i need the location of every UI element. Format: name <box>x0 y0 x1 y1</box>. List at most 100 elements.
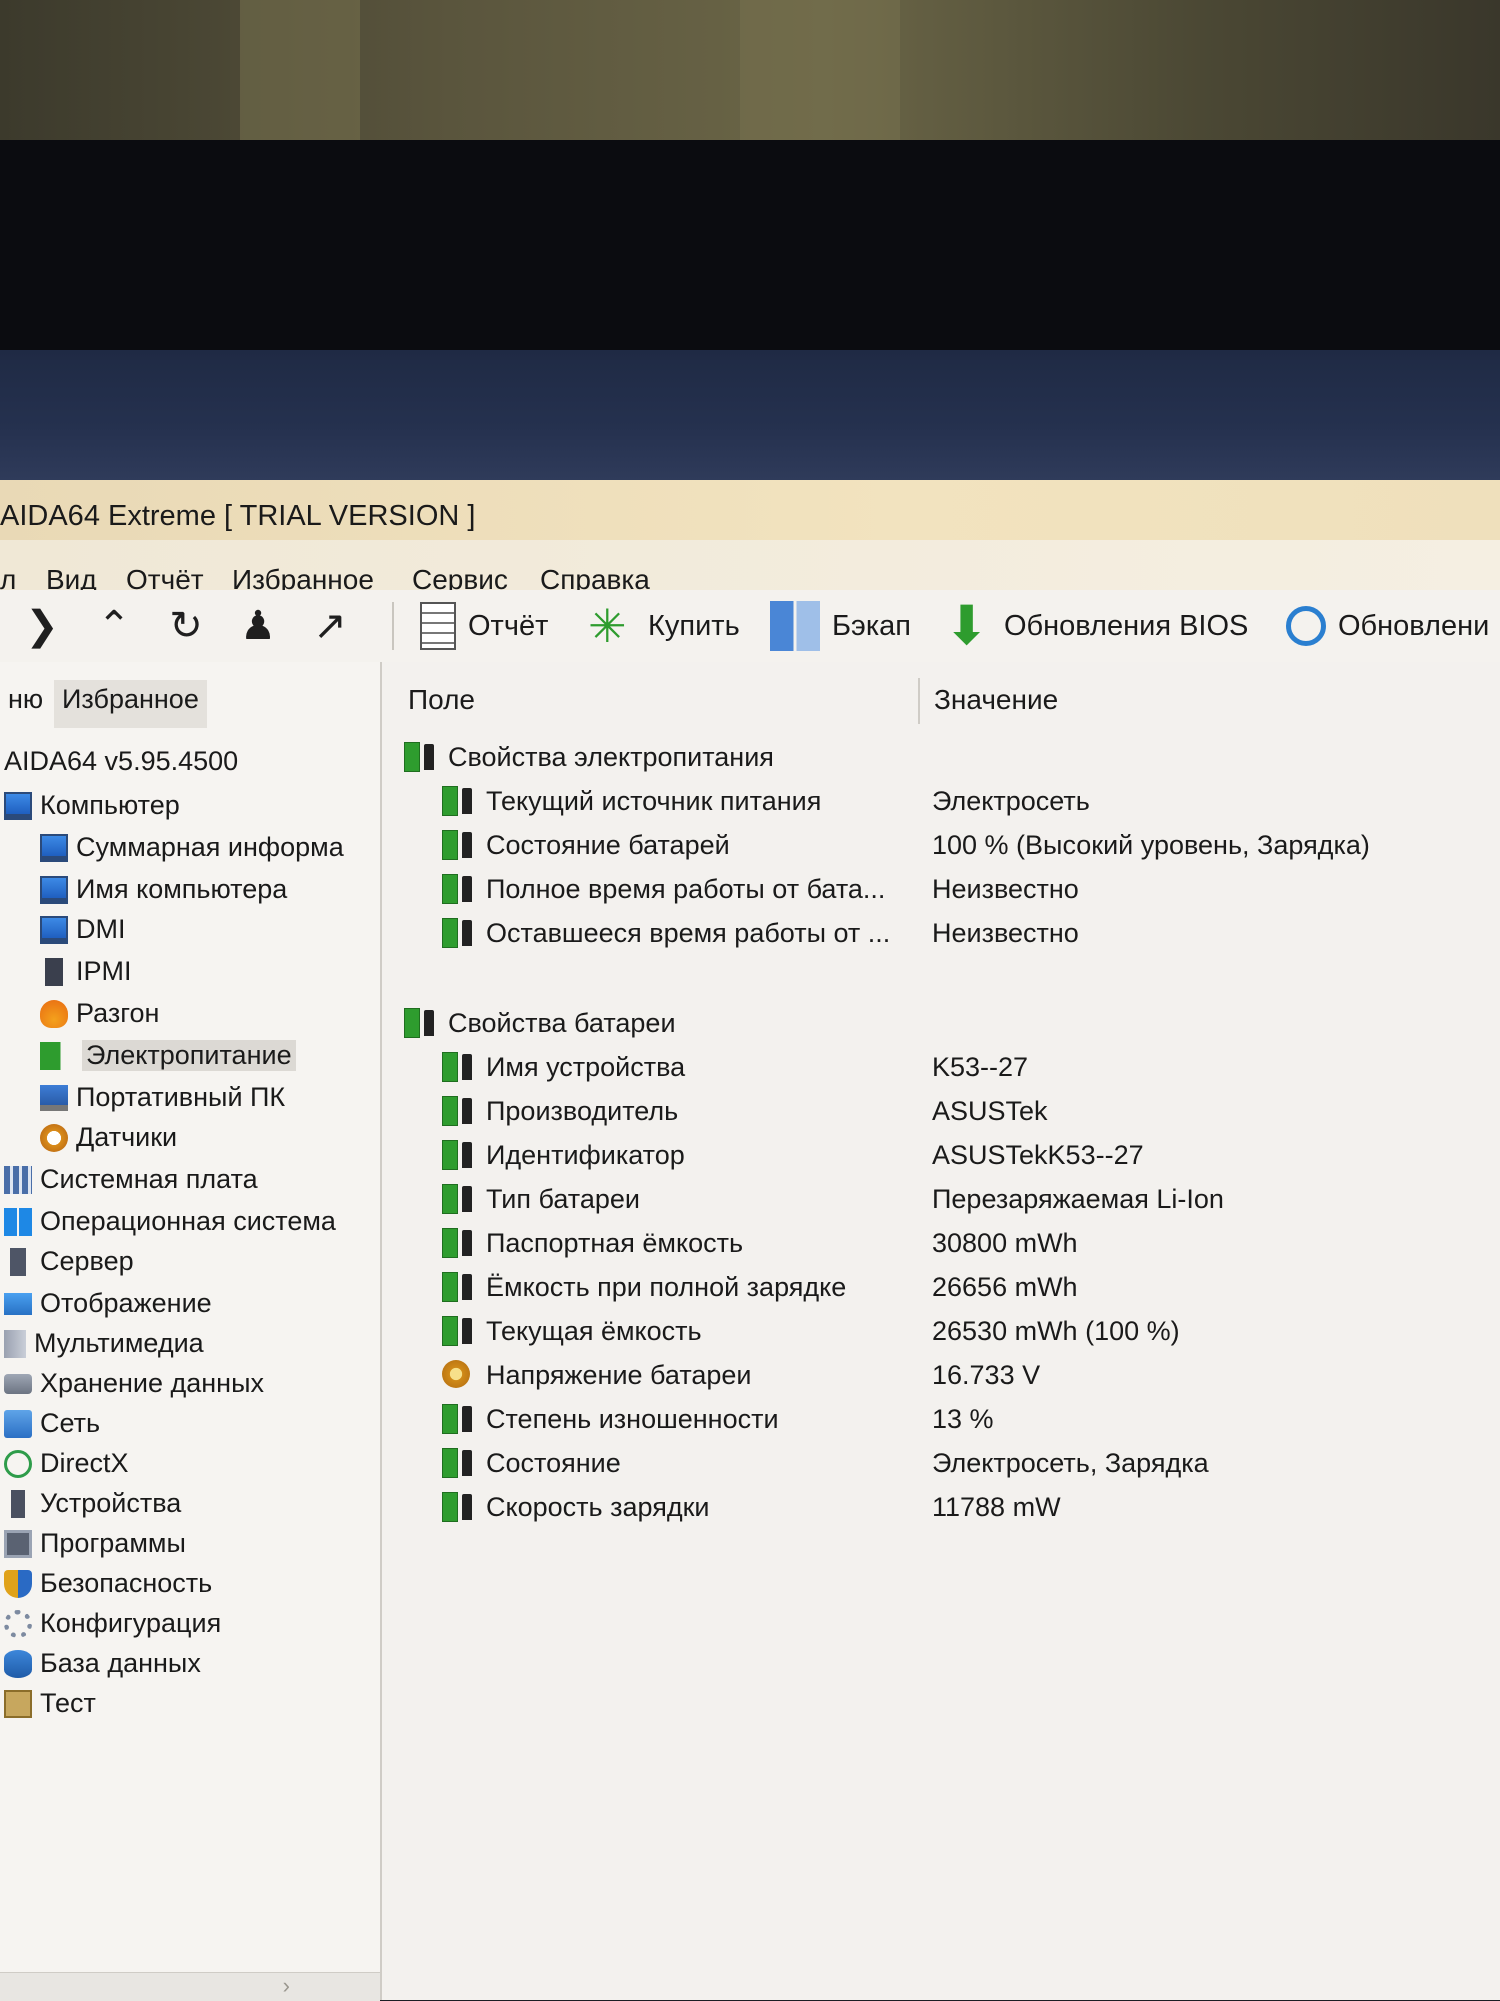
tree-item-label: Датчики <box>76 1122 178 1152</box>
tree-item[interactable]: Отображение <box>4 1288 212 1319</box>
usb-icon <box>11 1489 25 1518</box>
property-row[interactable]: Текущая ёмкость <box>442 1316 702 1347</box>
column-divider[interactable] <box>918 678 920 724</box>
tree-item[interactable]: Конфигурация <box>4 1608 221 1639</box>
tree-item[interactable]: IPMI <box>40 956 132 987</box>
db-icon <box>4 1649 32 1678</box>
tree-item[interactable]: Портативный ПК <box>40 1082 285 1113</box>
tree-item[interactable]: База данных <box>4 1648 201 1679</box>
bios-update-icon: ⬇ <box>944 596 990 656</box>
tree-item[interactable]: Мультимедиа <box>4 1328 204 1359</box>
tree-item[interactable]: Тест <box>4 1688 96 1719</box>
property-field: Идентификатор <box>486 1140 685 1170</box>
tree-item[interactable]: DirectX <box>4 1448 129 1479</box>
tree-item[interactable]: DMI <box>40 914 126 945</box>
tree-item-label: Компьютер <box>40 790 180 820</box>
property-value: ASUSTekK53--27 <box>932 1140 1144 1170</box>
battery-icon <box>404 742 442 772</box>
property-row[interactable]: Напряжение батареи <box>442 1360 752 1391</box>
group-header[interactable]: Свойства батареи <box>404 1008 676 1039</box>
property-value: 30800 mWh <box>932 1228 1078 1258</box>
tree-item-label: IPMI <box>76 956 132 986</box>
tree-item-label: Сеть <box>40 1408 101 1438</box>
tree-item-label: Разгон <box>76 998 160 1028</box>
property-row[interactable]: Ёмкость при полной зарядке <box>442 1272 846 1303</box>
driver-update-button-label: Обновлени <box>1338 609 1490 642</box>
monitor-icon <box>40 833 68 862</box>
tree-item-label: Операционная система <box>40 1206 336 1236</box>
property-field: Степень изношенности <box>486 1404 779 1434</box>
bios-update-button[interactable]: ⬇ Обновления BIOS <box>944 598 1248 654</box>
property-row[interactable]: Оставшееся время работы от ... <box>442 918 890 949</box>
tree-item[interactable]: Датчики <box>40 1122 177 1153</box>
tree-item[interactable]: Операционная система <box>4 1206 336 1237</box>
tree-item[interactable]: Электропитание <box>40 1040 296 1071</box>
report-button-label: Отчёт <box>468 609 549 642</box>
property-field: Имя устройства <box>486 1052 686 1082</box>
background-shape <box>240 0 360 140</box>
buy-button-label: Купить <box>648 609 740 642</box>
toolbar <box>0 590 1500 663</box>
property-row[interactable]: Паспортная ёмкость <box>442 1228 743 1259</box>
column-header-field[interactable]: Поле <box>408 684 475 716</box>
property-row[interactable]: Идентификатор <box>442 1140 685 1171</box>
toolbar-separator <box>392 602 394 650</box>
window-title: AIDA64 Extreme [ TRIAL VERSION ] <box>0 500 476 532</box>
driver-update-button[interactable]: Обновлени <box>1286 598 1489 654</box>
backup-icon <box>770 601 820 651</box>
group-title: Свойства батареи <box>448 1008 676 1038</box>
horizontal-scrollbar[interactable]: › <box>0 1972 380 2001</box>
tree-item[interactable]: AIDA64 v5.95.4500 <box>4 746 238 777</box>
property-row[interactable]: Полное время работы от бата... <box>442 874 885 905</box>
tab-menu[interactable]: ню <box>0 680 51 728</box>
tree-item[interactable]: Компьютер <box>4 790 180 821</box>
tab-favorites[interactable]: Избранное <box>54 680 207 728</box>
tree-item[interactable]: Сервер <box>4 1246 134 1277</box>
tree-item[interactable]: Суммарная информа <box>40 832 344 863</box>
server-icon <box>10 1247 26 1276</box>
forward-icon[interactable]: ❯ <box>20 604 64 648</box>
property-row[interactable]: Производитель <box>442 1096 678 1127</box>
refresh-icon[interactable]: ↻ <box>164 604 208 648</box>
scroll-right-icon[interactable]: › <box>283 1973 290 1999</box>
tower-icon <box>45 957 63 986</box>
chart-icon[interactable]: ↗ <box>308 604 352 648</box>
win-icon <box>4 1207 32 1236</box>
property-row[interactable]: Тип батареи <box>442 1184 640 1215</box>
tree-item[interactable]: Безопасность <box>4 1568 212 1599</box>
tree-item[interactable]: Устройства <box>4 1488 181 1519</box>
background-shape <box>740 0 900 140</box>
tree-item[interactable]: Разгон <box>40 998 159 1029</box>
user-icon[interactable]: ♟ <box>236 604 280 648</box>
buy-button[interactable]: ✳ Купить <box>588 598 740 654</box>
column-header-value[interactable]: Значение <box>934 684 1058 716</box>
property-row[interactable]: Состояние <box>442 1448 621 1479</box>
tree-item-label: Хранение данных <box>40 1368 264 1398</box>
backup-button[interactable]: Бэкап <box>770 598 911 654</box>
property-row[interactable]: Скорость зарядки <box>442 1492 709 1523</box>
property-row[interactable]: Степень изношенности <box>442 1404 779 1435</box>
property-field: Тип батареи <box>486 1184 640 1214</box>
property-row[interactable]: Состояние батарей <box>442 830 730 861</box>
tree-item[interactable]: Программы <box>4 1528 186 1559</box>
tree-item[interactable]: Сеть <box>4 1408 100 1439</box>
monitor-bezel <box>0 140 1500 350</box>
tree-item[interactable]: Имя компьютера <box>40 874 287 905</box>
tree-item-label: DMI <box>76 914 126 944</box>
property-value: Электросеть, Зарядка <box>932 1448 1209 1478</box>
tree-item-label: Суммарная информа <box>76 832 344 862</box>
tree-item-label: Системная плата <box>40 1164 258 1194</box>
group-header[interactable]: Свойства электропитания <box>404 742 774 773</box>
battery-icon <box>442 1492 480 1522</box>
screen-icon <box>4 1292 32 1315</box>
property-row[interactable]: Текущий источник питания <box>442 786 821 817</box>
title-bar: AIDA64 Extreme [ TRIAL VERSION ] <box>0 480 1500 540</box>
tree-item-label: Конфигурация <box>40 1608 222 1638</box>
report-button[interactable]: Отчёт <box>420 598 548 654</box>
tree-item[interactable]: Хранение данных <box>4 1368 264 1399</box>
property-field: Паспортная ёмкость <box>486 1228 744 1258</box>
property-row[interactable]: Имя устройства <box>442 1052 685 1083</box>
tree-item[interactable]: Системная плата <box>4 1164 258 1195</box>
up-icon[interactable]: ⌃ <box>92 604 136 648</box>
gauge-icon <box>40 1123 68 1152</box>
